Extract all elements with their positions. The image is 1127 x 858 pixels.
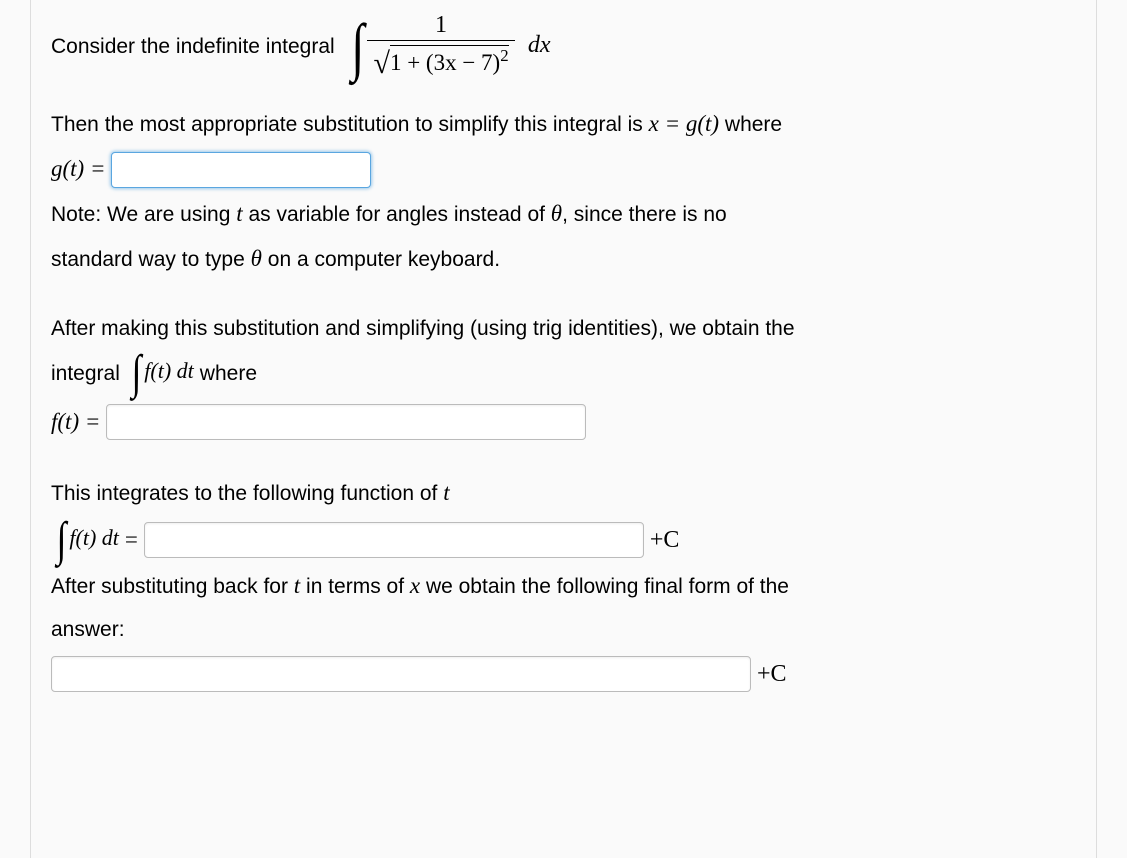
- back-sub-c: we obtain the following final form of th…: [420, 575, 789, 598]
- after-sub-text-b: where: [200, 357, 257, 391]
- radicand-exp: 2: [500, 46, 508, 65]
- note-1a: Note: We are using: [51, 203, 236, 226]
- g-of-t-input[interactable]: [111, 152, 371, 188]
- ft-dt-2: f(t) dt: [69, 525, 119, 550]
- integral-ft-dt: ∫ f(t) dt: [130, 353, 194, 394]
- fraction-denominator: √ 1 + (3x − 7)2: [367, 41, 514, 78]
- after-sub-line1: After making this substitution and simpl…: [51, 312, 1076, 346]
- integrate-prompt: This integrates to the following functio…: [51, 475, 1076, 512]
- substitution-prompt: Then the most appropriate substitution t…: [51, 106, 1076, 143]
- final-answer-input[interactable]: [51, 656, 751, 692]
- final-answer-line: +C: [51, 655, 1076, 693]
- fraction-numerator: 1: [367, 12, 514, 41]
- sub-text-1: Then the most appropriate substitution t…: [51, 113, 649, 136]
- note-line1: Note: We are using t as variable for ang…: [51, 196, 1076, 233]
- note-line2: standard way to type θ on a computer key…: [51, 241, 1076, 278]
- equals-sign: =: [125, 522, 138, 559]
- integral-ft-dt-2: ∫ f(t) dt: [55, 520, 119, 561]
- sqrt-symbol: √: [373, 47, 389, 80]
- integral-symbol-2: ∫: [132, 353, 142, 394]
- ft-dt: f(t) dt: [144, 358, 194, 383]
- intro-text: Consider the indefinite integral: [51, 35, 335, 59]
- f-of-t-label: f(t) =: [51, 404, 100, 441]
- note-theta-2: θ: [251, 246, 262, 271]
- integral-result-line: ∫ f(t) dt = +C: [51, 520, 1076, 561]
- note-2b: on a computer keyboard.: [262, 248, 500, 271]
- f-of-t-line: f(t) =: [51, 404, 1076, 441]
- note-2a: standard way to type: [51, 248, 251, 271]
- integrate-text-a: This integrates to the following functio…: [51, 482, 443, 505]
- problem-container: Consider the indefinite integral ∫ 1 √ 1…: [30, 0, 1097, 858]
- after-sub-text-a: integral: [51, 357, 120, 391]
- integrand-fraction: 1 √ 1 + (3x − 7)2: [367, 12, 514, 78]
- back-sub-a: After substituting back for: [51, 575, 294, 598]
- plus-c-1: +C: [650, 521, 680, 559]
- intro-line: Consider the indefinite integral ∫ 1 √ 1…: [51, 14, 1076, 80]
- back-sub-line2: answer:: [51, 613, 1076, 647]
- note-1c: , since there is no: [562, 203, 727, 226]
- integral-symbol: ∫: [351, 18, 364, 76]
- note-theta-1: θ: [551, 201, 562, 226]
- back-sub-b: in terms of: [300, 575, 410, 598]
- f-of-t-input[interactable]: [106, 404, 586, 440]
- sub-where: where: [725, 113, 782, 136]
- radicand-base: 1 + (3x − 7): [390, 50, 500, 75]
- differential-dx: dx: [528, 32, 551, 58]
- g-of-t-label: g(t) =: [51, 151, 105, 188]
- integral-symbol-3: ∫: [57, 520, 67, 561]
- g-of-t-line: g(t) =: [51, 151, 1076, 188]
- back-sub-x: x: [410, 573, 420, 598]
- sub-eq: x = g(t): [649, 111, 719, 136]
- after-sub-line2: integral ∫ f(t) dt where: [51, 353, 1076, 394]
- note-1b: as variable for angles instead of: [243, 203, 551, 226]
- integrate-var-t: t: [443, 480, 449, 505]
- plus-c-2: +C: [757, 655, 787, 693]
- back-sub-line1: After substituting back for t in terms o…: [51, 568, 1076, 605]
- indefinite-integral: ∫ 1 √ 1 + (3x − 7)2 dx: [349, 14, 551, 80]
- integral-result-input[interactable]: [144, 522, 644, 558]
